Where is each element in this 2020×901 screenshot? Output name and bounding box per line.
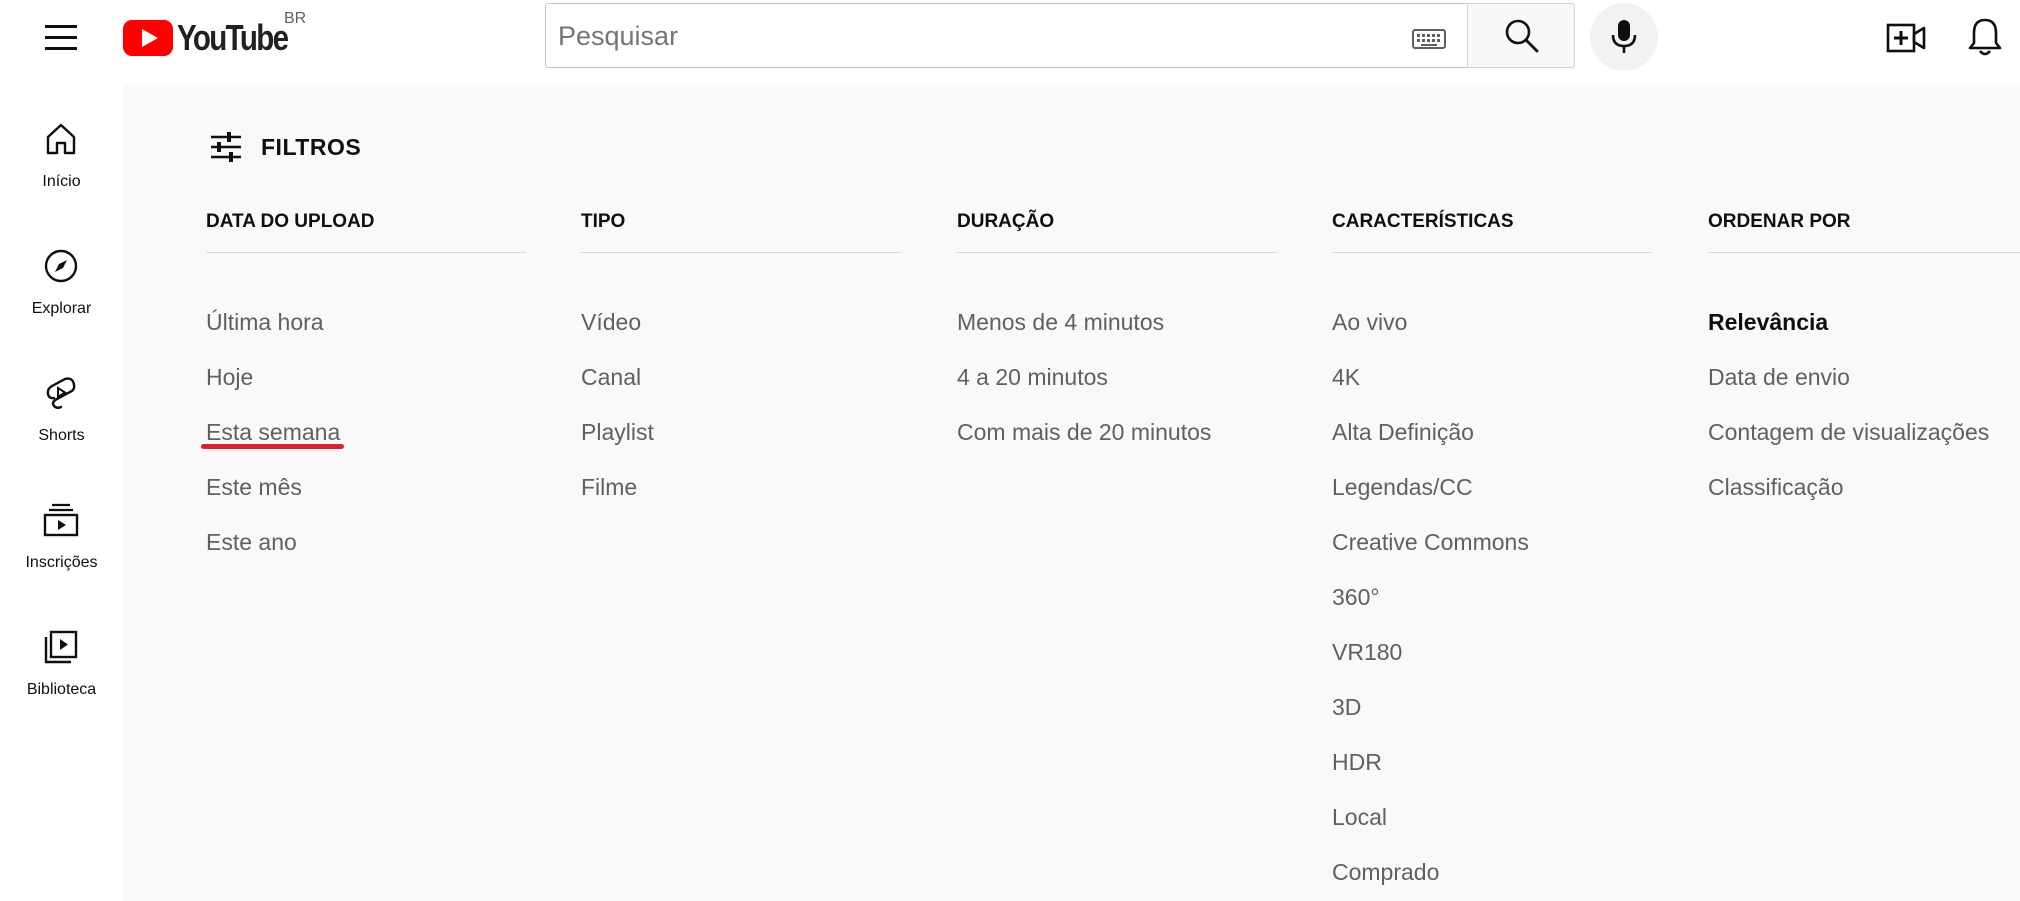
sort-option-relevancia[interactable]: Relevância — [1708, 307, 1828, 337]
filter-option-hdr[interactable]: HDR — [1332, 747, 1382, 777]
voice-search-button[interactable] — [1590, 3, 1658, 71]
filter-group-heading: CARACTERÍSTICAS — [1332, 211, 1514, 232]
menu-icon[interactable] — [40, 16, 84, 60]
filter-option-filme[interactable]: Filme — [581, 472, 637, 502]
search-input[interactable] — [556, 12, 1380, 60]
sidebar-item-label: Biblioteca — [26, 681, 97, 698]
sidebar-item-label: Shorts — [38, 427, 85, 444]
sidebar-item-label: Início — [42, 173, 81, 190]
filter-option-legendas-cc[interactable]: Legendas/CC — [1332, 472, 1473, 502]
filter-option-este-mes[interactable]: Este mês — [206, 472, 302, 502]
filter-option-hoje[interactable]: Hoje — [206, 362, 253, 392]
filters-toggle[interactable]: FILTROS — [209, 127, 361, 167]
microphone-icon — [1611, 20, 1637, 53]
filter-group-duration: DURAÇÃO Menos de 4 minutos 4 a 20 minuto… — [957, 208, 1277, 445]
top-bar: YouTube BR — [0, 0, 2020, 85]
sidebar-item-shorts[interactable]: Shorts — [0, 375, 123, 485]
filter-option-over-20-min[interactable]: Com mais de 20 minutos — [957, 417, 1211, 447]
guide-rail: Início Explorar Shorts Inscrições Biblio… — [0, 85, 123, 901]
sort-option-data-de-envio[interactable]: Data de envio — [1708, 362, 1850, 392]
divider — [581, 252, 901, 253]
logo-wordmark: YouTube — [177, 17, 289, 58]
sidebar-item-inscricoes[interactable]: Inscrições — [0, 502, 123, 612]
filter-group-features: CARACTERÍSTICAS Ao vivo 4K Alta Definiçã… — [1332, 208, 1652, 885]
filter-option-4-to-20-min[interactable]: 4 a 20 minutos — [957, 362, 1108, 392]
sidebar-item-explorar[interactable]: Explorar — [0, 248, 123, 358]
filter-option-vr180[interactable]: VR180 — [1332, 637, 1402, 667]
sidebar-item-label: Explorar — [31, 300, 92, 317]
search-box — [545, 3, 1467, 68]
filters-title: FILTROS — [261, 133, 362, 160]
notifications-button[interactable] — [1963, 14, 2007, 60]
search-filters-panel: FILTROS DATA DO UPLOAD Última hora Hoje … — [123, 85, 2020, 901]
divider — [1708, 252, 2020, 253]
sort-option-visualizacoes[interactable]: Contagem de visualizações — [1708, 417, 1989, 447]
filter-option-video[interactable]: Vídeo — [581, 307, 641, 337]
filter-option-este-ano[interactable]: Este ano — [206, 527, 297, 557]
youtube-play-icon — [123, 20, 173, 56]
filter-option-alta-definicao[interactable]: Alta Definição — [1332, 417, 1474, 447]
filter-group-type: TIPO Vídeo Canal Playlist Filme — [581, 208, 901, 500]
filter-group-upload-date: DATA DO UPLOAD Última hora Hoje Esta sem… — [201, 208, 526, 555]
create-video-button[interactable] — [1884, 16, 1928, 60]
subscriptions-icon — [43, 503, 79, 537]
divider — [1332, 252, 1652, 253]
filter-option-4k[interactable]: 4K — [1332, 362, 1360, 392]
filter-option-playlist[interactable]: Playlist — [581, 417, 654, 447]
filter-option-ao-vivo[interactable]: Ao vivo — [1332, 307, 1407, 337]
filter-option-local[interactable]: Local — [1332, 802, 1387, 832]
filter-option-comprado[interactable]: Comprado — [1332, 857, 1439, 887]
filter-option-ultima-hora[interactable]: Última hora — [206, 307, 324, 337]
video-add-icon — [1886, 23, 1926, 53]
sidebar-item-inicio[interactable]: Início — [0, 121, 123, 231]
filter-option-3d[interactable]: 3D — [1332, 692, 1361, 722]
country-code: BR — [284, 10, 307, 27]
filter-option-canal[interactable]: Canal — [581, 362, 641, 392]
filter-option-creative-commons[interactable]: Creative Commons — [1332, 527, 1529, 557]
shorts-icon — [46, 377, 76, 409]
filter-group-sort-by: ORDENAR POR Relevância Data de envio Con… — [1708, 208, 2020, 500]
home-icon — [46, 123, 76, 155]
sidebar-item-biblioteca[interactable]: Biblioteca — [0, 629, 123, 739]
highlight-underline — [201, 444, 344, 449]
filter-option-under-4-min[interactable]: Menos de 4 minutos — [957, 307, 1164, 337]
divider — [206, 252, 526, 253]
filter-group-heading: TIPO — [581, 211, 626, 232]
bell-icon — [1968, 18, 2002, 56]
compass-icon — [44, 249, 78, 283]
divider — [957, 252, 1277, 253]
sliders-icon — [211, 132, 241, 162]
filter-group-heading: DURAÇÃO — [957, 211, 1055, 232]
filter-option-360[interactable]: 360° — [1332, 582, 1380, 612]
filter-group-heading: ORDENAR POR — [1708, 211, 1851, 232]
library-icon — [44, 630, 78, 664]
keyboard-icon[interactable] — [1412, 29, 1446, 49]
sidebar-item-label: Inscrições — [25, 554, 98, 571]
search-icon — [1505, 19, 1539, 53]
filter-option-esta-semana[interactable]: Esta semana — [206, 417, 340, 447]
search-button[interactable] — [1467, 3, 1575, 68]
sort-option-classificacao[interactable]: Classificação — [1708, 472, 1844, 502]
filter-group-heading: DATA DO UPLOAD — [206, 211, 375, 232]
